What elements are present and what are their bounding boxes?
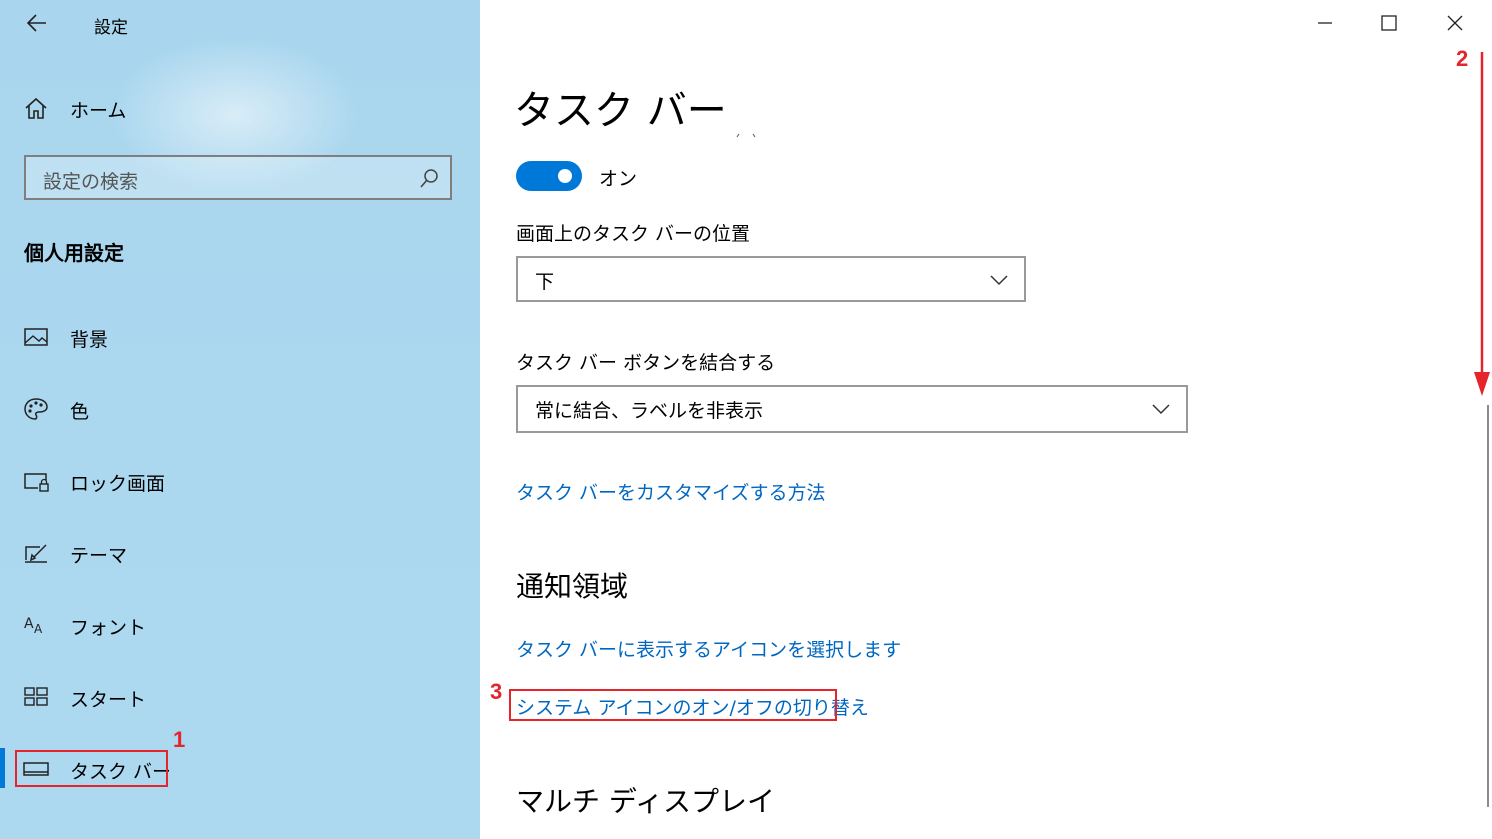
chevron-down-icon: [990, 275, 1008, 286]
combine-label: タスク バー ボタンを結合する: [516, 352, 776, 374]
page-title: タスク バー: [514, 88, 727, 134]
palette-icon: [24, 398, 48, 420]
position-dropdown[interactable]: 下: [516, 256, 1026, 302]
customize-link[interactable]: タスク バーをカスタマイズする方法: [516, 478, 825, 505]
sidebar-item-background[interactable]: 背景: [0, 315, 480, 359]
svg-text:A: A: [34, 622, 43, 636]
app-title: 設定: [94, 18, 128, 38]
search-placeholder: 設定の検索: [43, 171, 139, 193]
home-icon: [25, 97, 47, 119]
annotation-label-1: 1: [173, 727, 186, 752]
section-title: 個人用設定: [24, 241, 124, 265]
scrollbar-thumb[interactable]: [1487, 405, 1489, 807]
notification-area-heading: 通知領域: [516, 570, 629, 603]
annotation-label-3: 3: [490, 679, 503, 704]
start-tiles-icon: [24, 687, 48, 706]
sidebar-item-lock-screen[interactable]: ロック画面: [0, 459, 480, 503]
maximize-icon[interactable]: [1374, 8, 1404, 38]
back-arrow-icon[interactable]: [24, 10, 50, 36]
sidebar-item-label: ホーム: [70, 100, 127, 122]
search-icon: [420, 169, 438, 188]
combine-dropdown[interactable]: 常に結合、ラベルを非表示: [516, 385, 1188, 433]
search-input[interactable]: 設定の検索: [24, 155, 452, 200]
position-value: 下: [535, 271, 555, 293]
close-icon[interactable]: [1440, 8, 1470, 38]
sidebar-item-label: ロック画面: [70, 473, 166, 495]
font-icon: A A: [24, 616, 43, 636]
sidebar-item-font[interactable]: A A フォント: [0, 603, 480, 647]
multi-display-heading: マルチ ディスプレイ: [516, 785, 775, 818]
sidebar-item-label: フォント: [70, 617, 147, 639]
combine-value: 常に結合、ラベルを非表示: [535, 400, 764, 422]
svg-text:A: A: [24, 616, 34, 632]
clipped-text-fragment: [736, 133, 756, 138]
toggle-state-label: オン: [599, 168, 638, 190]
theme-brush-icon: [25, 544, 47, 563]
annotation-box-3: [509, 689, 837, 721]
minimize-icon[interactable]: [1310, 8, 1340, 38]
sidebar-item-start[interactable]: スタート: [0, 675, 480, 719]
image-icon: [24, 328, 48, 346]
taskbar-toggle[interactable]: [516, 161, 582, 191]
sidebar-item-label: スタート: [70, 689, 147, 711]
sidebar-item-home[interactable]: ホーム: [0, 86, 480, 130]
sidebar-item-label: 背景: [70, 329, 109, 351]
sidebar-item-theme[interactable]: テーマ: [0, 531, 480, 575]
chevron-down-icon: [1152, 404, 1170, 415]
sidebar-item-label: 色: [70, 401, 90, 423]
select-icons-link[interactable]: タスク バーに表示するアイコンを選択します: [516, 635, 901, 662]
position-label: 画面上のタスク バーの位置: [516, 223, 751, 245]
lock-screen-icon: [24, 473, 49, 492]
annotation-label-2: 2: [1456, 46, 1469, 71]
toggle-knob: [558, 169, 572, 183]
sidebar-item-label: テーマ: [70, 545, 128, 567]
sidebar: 設定 ホーム 設定の検索 個人用設定 背景 色 ロック画面 テーマ A A フォ…: [0, 0, 480, 839]
annotation-box-1: [15, 750, 168, 787]
annotation-arrow-down-icon: [1474, 52, 1490, 396]
sidebar-item-color[interactable]: 色: [0, 387, 480, 431]
